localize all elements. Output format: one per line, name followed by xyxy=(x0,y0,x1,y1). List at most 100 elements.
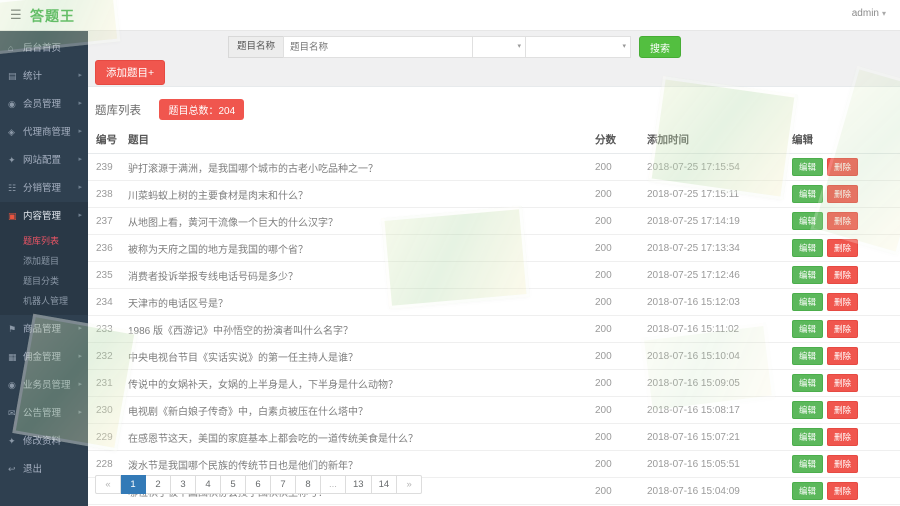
sidebar-item-goods[interactable]: ⚑商品管理▸ xyxy=(0,315,88,343)
delete-button[interactable]: 删除 xyxy=(827,158,858,176)
search-button[interactable]: 搜索 xyxy=(639,36,681,58)
sidebar-item-members[interactable]: ◉会员管理▸ xyxy=(0,90,88,118)
row-score: 200 xyxy=(593,424,645,451)
page-button-1[interactable]: 1 xyxy=(121,475,146,494)
row-score: 200 xyxy=(593,289,645,316)
edit-button[interactable]: 编辑 xyxy=(792,293,823,311)
user-dropdown[interactable]: admin▾ xyxy=(852,8,886,19)
next-page-button[interactable]: » xyxy=(397,475,422,494)
edit-button[interactable]: 编辑 xyxy=(792,158,823,176)
edit-button[interactable]: 编辑 xyxy=(792,212,823,230)
sidebar-item-site-config[interactable]: ✦网站配置▸ xyxy=(0,146,88,174)
sidebar-item-sales[interactable]: ◉业务员管理▸ xyxy=(0,371,88,399)
delete-button[interactable]: 删除 xyxy=(827,239,858,257)
sidebar-subitem-question-list[interactable]: 题库列表 xyxy=(0,231,88,251)
tag-icon: ⚑ xyxy=(8,315,20,343)
sidebar-item-label: 统计 xyxy=(23,71,42,82)
page-button-14[interactable]: 14 xyxy=(372,475,398,494)
sidebar-subitem-robot[interactable]: 机器人管理 xyxy=(0,291,88,311)
edit-button[interactable]: 编辑 xyxy=(792,482,823,500)
row-id: 237 xyxy=(88,208,126,235)
chevron-right-icon: ▸ xyxy=(78,62,82,90)
row-actions: 编辑删除 xyxy=(790,343,900,370)
add-question-button[interactable]: 添加题目+ xyxy=(95,60,165,85)
row-id: 232 xyxy=(88,343,126,370)
sidebar-item-profile[interactable]: ✦修改资料 xyxy=(0,427,88,455)
row-time: 2018-07-16 15:07:21 xyxy=(645,424,790,451)
sidebar-subitem-question-add[interactable]: 添加题目 xyxy=(0,251,88,271)
sidebar-subitem-question-category[interactable]: 题目分类 xyxy=(0,271,88,291)
gear-icon: ✦ xyxy=(8,427,20,455)
sidebar-item-label: 后台首页 xyxy=(23,43,61,54)
chevron-down-icon: ▾ xyxy=(518,42,522,50)
chevron-right-icon: ▸ xyxy=(78,174,82,202)
delete-button[interactable]: 删除 xyxy=(827,401,858,419)
edit-button[interactable]: 编辑 xyxy=(792,374,823,392)
sidebar-item-notice[interactable]: ✉公告管理▸ xyxy=(0,399,88,427)
page-button-13[interactable]: 13 xyxy=(346,475,372,494)
panel-header: 题库列表 题目总数：204 xyxy=(88,87,900,122)
table-row: 228泼水节是我国哪个民族的传统节日也是他们的新年？2002018-07-16 … xyxy=(88,451,900,478)
sidebar-item-stats[interactable]: ▤统计 ▸ xyxy=(0,62,88,90)
row-actions: 编辑删除 xyxy=(790,397,900,424)
edit-button[interactable]: 编辑 xyxy=(792,347,823,365)
row-score: 200 xyxy=(593,235,645,262)
row-actions: 编辑删除 xyxy=(790,316,900,343)
table-row: 238川菜蚂蚁上树的主要食材是肉末和什么？2002018-07-25 17:15… xyxy=(88,181,900,208)
delete-button[interactable]: 删除 xyxy=(827,293,858,311)
sidebar-item-commission[interactable]: ▦佣金管理▸ xyxy=(0,343,88,371)
sidebar-item-label: 分销管理 xyxy=(23,183,61,194)
prev-page-button[interactable]: « xyxy=(95,475,121,494)
edit-button[interactable]: 编辑 xyxy=(792,320,823,338)
gear-icon: ✦ xyxy=(8,146,20,174)
page-button-7[interactable]: 7 xyxy=(271,475,296,494)
sidebar-item-dashboard[interactable]: ⌂后台首页 xyxy=(0,34,88,62)
delete-button[interactable]: 删除 xyxy=(827,320,858,338)
username: admin xyxy=(852,8,879,19)
sidebar-item-logout[interactable]: ↩退出 xyxy=(0,455,88,483)
sidebar-item-content[interactable]: ▣内容管理▸ xyxy=(0,202,88,230)
search-filter-select-2[interactable]: ▾ xyxy=(526,36,631,58)
search-filter-select-1[interactable]: ▾ xyxy=(473,36,526,58)
row-actions: 编辑删除 xyxy=(790,370,900,397)
delete-button[interactable]: 删除 xyxy=(827,347,858,365)
page-button-6[interactable]: 6 xyxy=(246,475,271,494)
row-score: 200 xyxy=(593,181,645,208)
edit-button[interactable]: 编辑 xyxy=(792,428,823,446)
page-button-2[interactable]: 2 xyxy=(146,475,171,494)
edit-button[interactable]: 编辑 xyxy=(792,239,823,257)
row-time: 2018-07-25 17:13:34 xyxy=(645,235,790,262)
page-button-4[interactable]: 4 xyxy=(196,475,221,494)
row-score: 200 xyxy=(593,478,645,505)
sidebar-item-label: 代理商管理 xyxy=(23,127,71,138)
page-button-3[interactable]: 3 xyxy=(171,475,196,494)
row-time: 2018-07-16 15:05:51 xyxy=(645,451,790,478)
sidebar-item-agents[interactable]: ◈代理商管理▸ xyxy=(0,118,88,146)
search-input[interactable] xyxy=(283,36,473,58)
delete-button[interactable]: 删除 xyxy=(827,212,858,230)
row-question: 传说中的女娲补天，女娲的上半身是人，下半身是什么动物？ xyxy=(126,370,593,397)
delete-button[interactable]: 删除 xyxy=(827,455,858,473)
chevron-right-icon: ▸ xyxy=(78,90,82,118)
delete-button[interactable]: 删除 xyxy=(827,482,858,500)
page-button-8[interactable]: 8 xyxy=(296,475,321,494)
chevron-right-icon: ▸ xyxy=(78,399,82,427)
row-question: 被称为天府之国的地方是我国的哪个省？ xyxy=(126,235,593,262)
edit-button[interactable]: 编辑 xyxy=(792,185,823,203)
edit-button[interactable]: 编辑 xyxy=(792,455,823,473)
delete-button[interactable]: 删除 xyxy=(827,266,858,284)
row-question: 1986 版《西游记》中孙悟空的扮演者叫什么名字？ xyxy=(126,316,593,343)
table-row: 236被称为天府之国的地方是我国的哪个省？2002018-07-25 17:13… xyxy=(88,235,900,262)
delete-button[interactable]: 删除 xyxy=(827,428,858,446)
folder-icon: ▣ xyxy=(8,202,20,230)
hamburger-menu-icon[interactable]: ☰ xyxy=(10,7,22,23)
edit-button[interactable]: 编辑 xyxy=(792,266,823,284)
delete-button[interactable]: 删除 xyxy=(827,374,858,392)
delete-button[interactable]: 删除 xyxy=(827,185,858,203)
chart-icon: ▤ xyxy=(8,62,20,90)
row-time: 2018-07-25 17:12:46 xyxy=(645,262,790,289)
edit-button[interactable]: 编辑 xyxy=(792,401,823,419)
page-button-5[interactable]: 5 xyxy=(221,475,246,494)
sidebar-item-distribution[interactable]: ☷分销管理▸ xyxy=(0,174,88,202)
row-score: 200 xyxy=(593,397,645,424)
